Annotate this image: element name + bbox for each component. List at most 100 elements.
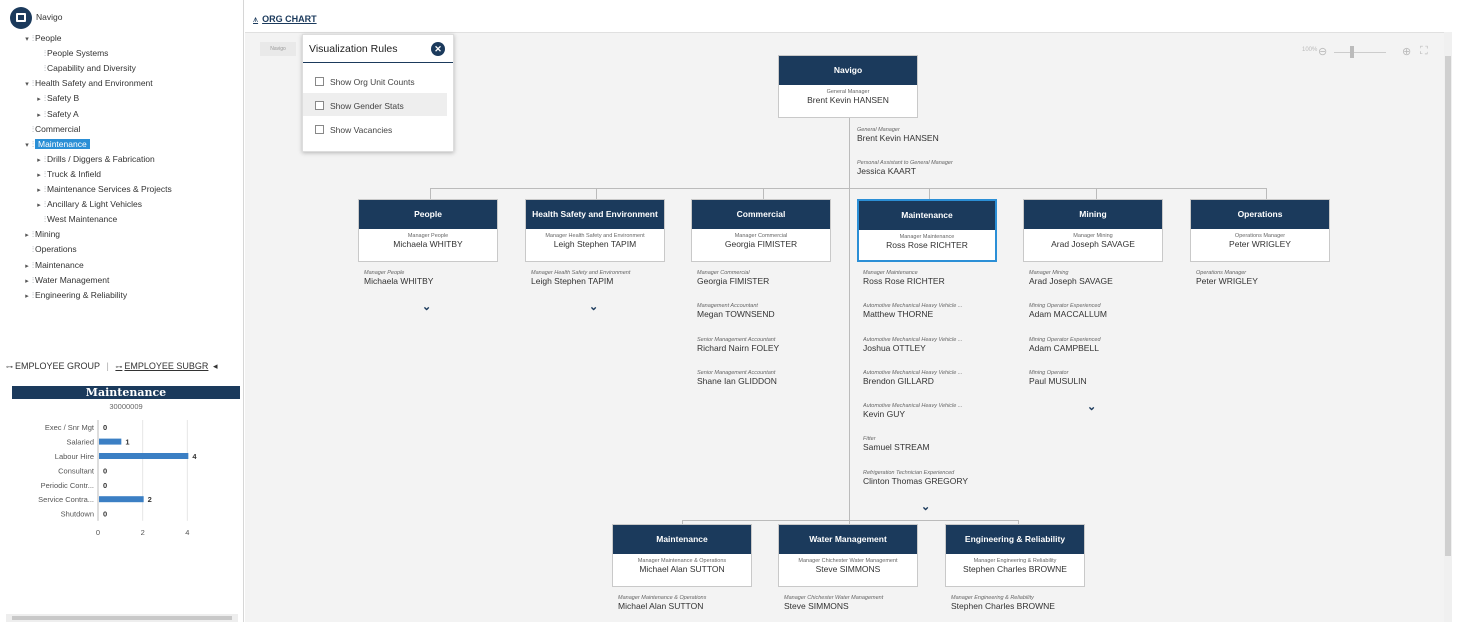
x-tick-label: 4: [185, 528, 189, 537]
org-unit-card[interactable]: Engineering & Reliability Manager Enginee…: [945, 524, 1085, 587]
position-item[interactable]: Operations Manager Peter WRIGLEY: [1196, 270, 1361, 303]
breadcrumb-navigo[interactable]: Navigo: [260, 42, 296, 56]
checkbox[interactable]: [315, 77, 324, 86]
position-item[interactable]: General Manager Brent Kevin HANSEN: [857, 127, 1022, 160]
position-item[interactable]: Fitter Samuel STREAM: [863, 436, 1028, 469]
option-gender-stats[interactable]: Show Gender Stats: [315, 99, 404, 113]
tree-item[interactable]: ▸ ⫶ Truck & Infield: [34, 167, 101, 181]
tree-item[interactable]: ⫶ Commercial: [22, 122, 80, 136]
org-unit-card[interactable]: Water Management Manager Chichester Water…: [778, 524, 918, 587]
expand-more-icon[interactable]: ⌄: [422, 300, 431, 313]
expand-toggle-icon[interactable]: ▸: [22, 275, 32, 289]
org-unit-card[interactable]: Mining Manager Mining Arad Joseph SAVAGE: [1023, 199, 1163, 262]
org-unit-card[interactable]: People Manager People Michaela WHITBY: [358, 199, 498, 262]
tree-item[interactable]: ⫶ Operations: [22, 242, 77, 256]
expand-toggle-icon[interactable]: ▾: [22, 139, 32, 153]
position-item[interactable]: Management Accountant Megan TOWNSEND: [697, 303, 862, 336]
org-unit-card[interactable]: Health Safety and Environment Manager Hea…: [525, 199, 665, 262]
org-unit-card[interactable]: Maintenance Manager Maintenance Ross Rose …: [857, 199, 997, 262]
tree-item[interactable]: ▾ ⫶ Health Safety and Environment: [22, 76, 152, 92]
tab-employee-group[interactable]: ⊶ EMPLOYEE GROUP: [6, 361, 100, 371]
expand-toggle-icon[interactable]: ▸: [22, 290, 32, 304]
position-item[interactable]: Manager Health Safety and Environment Lei…: [531, 270, 696, 303]
position-item[interactable]: Manager Engineering & Reliability Stephen…: [951, 595, 1116, 628]
org-unit-icon: ⫶: [44, 215, 46, 225]
tree-item[interactable]: ⫶ People Systems: [34, 46, 108, 60]
tree-item[interactable]: ▸ ⫶ Maintenance Services & Projects: [34, 182, 172, 196]
tree-item[interactable]: ▸ ⫶ Water Management: [22, 273, 109, 287]
position-item[interactable]: Senior Management Accountant Richard Nair…: [697, 337, 862, 370]
expand-toggle-icon[interactable]: ▸: [22, 229, 32, 243]
org-unit-card[interactable]: Maintenance Manager Maintenance & Operati…: [612, 524, 752, 587]
horizontal-scrollbar[interactable]: [6, 614, 238, 622]
tree-item[interactable]: ⫶ West Maintenance: [34, 212, 117, 226]
position-item[interactable]: Automotive Mechanical Heavy Vehicle ... M…: [863, 303, 1028, 336]
position-item[interactable]: Mining Operator Experienced Adam MACCALLU…: [1029, 303, 1194, 336]
expand-more-icon[interactable]: ⌄: [921, 500, 930, 513]
tab-employee-subgroup[interactable]: ⊶ EMPLOYEE SUBGR: [115, 361, 208, 371]
position-item[interactable]: Mining Operator Paul MUSULIN: [1029, 370, 1194, 403]
expand-toggle-icon[interactable]: ▾: [22, 33, 32, 47]
fit-screen-icon[interactable]: ⛶: [1420, 45, 1428, 58]
vertical-scrollbar[interactable]: [1444, 32, 1452, 622]
tree-item-label: Mining: [35, 229, 61, 240]
checkbox[interactable]: [315, 101, 324, 110]
app-logo-icon[interactable]: [10, 7, 32, 29]
page-title[interactable]: ⩚ ORG CHART: [253, 14, 317, 25]
expand-toggle-icon[interactable]: ▸: [34, 109, 44, 123]
tree-item[interactable]: ▸ ⫶ Ancillary & Light Vehicles: [34, 197, 142, 211]
position-item[interactable]: Manager Maintenance & Operations Michael …: [618, 595, 783, 628]
close-icon[interactable]: ✕: [431, 42, 445, 56]
expand-toggle-icon[interactable]: ▸: [34, 199, 44, 213]
option-org-unit-counts[interactable]: Show Org Unit Counts: [315, 75, 415, 89]
expand-more-icon[interactable]: ⌄: [589, 300, 598, 313]
expand-toggle-icon[interactable]: ▾: [22, 78, 32, 92]
zoom-slider-track[interactable]: [1334, 52, 1386, 53]
scrollbar-thumb[interactable]: [1445, 56, 1451, 556]
position-item[interactable]: Refrigeration Technician Experienced Clin…: [863, 470, 1028, 503]
zoom-slider-handle[interactable]: [1350, 46, 1354, 58]
tree-item[interactable]: ⫶ Capability and Diversity: [34, 61, 136, 75]
tree-item[interactable]: ▸ ⫶ Safety A: [34, 107, 78, 123]
expand-toggle-icon[interactable]: ▸: [34, 184, 44, 198]
position-item[interactable]: Manager Mining Arad Joseph SAVAGE: [1029, 270, 1194, 303]
expand-toggle-icon[interactable]: ▸: [22, 260, 32, 274]
position-list: Operations Manager Peter WRIGLEY: [1196, 270, 1361, 303]
expand-more-icon[interactable]: ⌄: [1087, 400, 1096, 413]
position-item[interactable]: Manager Maintenance Ross Rose RICHTER: [863, 270, 1028, 303]
expand-toggle-icon[interactable]: ▸: [34, 93, 44, 107]
tree-item[interactable]: ▸ ⫶ Drills / Diggers & Fabrication: [34, 152, 154, 168]
person-name: Shane Ian GLIDDON: [697, 375, 777, 386]
x-tick-label: 2: [141, 528, 145, 537]
tab-scroll-left-icon[interactable]: ◂: [213, 361, 218, 371]
expand-toggle-icon[interactable]: ▸: [34, 169, 44, 183]
scrollbar-thumb[interactable]: [12, 616, 232, 620]
position-item[interactable]: Manager People Michaela WHITBY: [364, 270, 529, 303]
tree-item[interactable]: ▾ ⫶ Maintenance: [22, 137, 90, 151]
org-unit-card[interactable]: Commercial Manager Commercial Georgia FIMI…: [691, 199, 831, 262]
tree-root[interactable]: Navigo: [36, 10, 62, 24]
y-category-label: Exec / Snr Mgt: [45, 423, 95, 432]
position-item[interactable]: Automotive Mechanical Heavy Vehicle ... K…: [863, 403, 1028, 436]
connector-line: [430, 188, 1267, 189]
tree-item[interactable]: ▾ ⫶ People: [22, 31, 61, 45]
org-unit-card[interactable]: Navigo General Manager Brent Kevin HANSEN: [778, 55, 918, 118]
expand-toggle-icon[interactable]: ▸: [34, 154, 44, 168]
position-item[interactable]: Mining Operator Experienced Adam CAMPBELL: [1029, 337, 1194, 370]
position-item[interactable]: Automotive Mechanical Heavy Vehicle ... J…: [863, 337, 1028, 370]
position-item[interactable]: Manager Commercial Georgia FIMISTER: [697, 270, 862, 303]
position-item[interactable]: Senior Management Accountant Shane Ian GL…: [697, 370, 862, 403]
zoom-in-icon[interactable]: ⊕: [1402, 45, 1411, 58]
checkbox[interactable]: [315, 125, 324, 134]
org-unit-card[interactable]: Operations Operations Manager Peter WRIGLE…: [1190, 199, 1330, 262]
zoom-out-icon[interactable]: ⊖: [1318, 45, 1327, 58]
tree-item[interactable]: ▸ ⫶ Maintenance: [22, 258, 83, 274]
position-item[interactable]: Automotive Mechanical Heavy Vehicle ... B…: [863, 370, 1028, 403]
tree-item[interactable]: ▸ ⫶ Mining: [22, 227, 60, 241]
position-item[interactable]: Personal Assistant to General Manager Jes…: [857, 160, 1022, 193]
tree-item[interactable]: ▸ ⫶ Safety B: [34, 91, 79, 105]
option-vacancies[interactable]: Show Vacancies: [315, 123, 392, 137]
y-category-label: Salaried: [66, 438, 94, 447]
tree-item[interactable]: ▸ ⫶ Engineering & Reliability: [22, 288, 127, 302]
position-item[interactable]: Manager Chichester Water Management Steve…: [784, 595, 949, 628]
